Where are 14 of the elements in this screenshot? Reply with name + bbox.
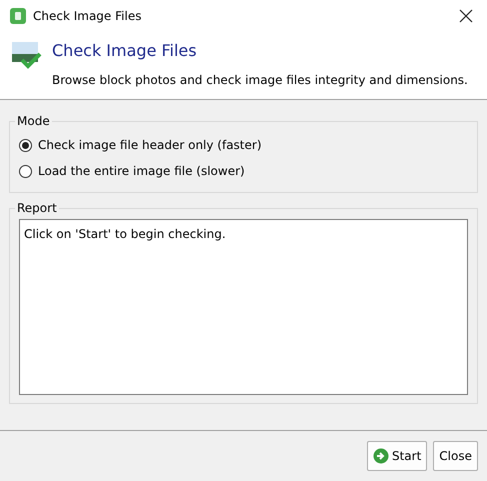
app-icon (10, 8, 26, 24)
group-label: Mode (16, 114, 51, 128)
start-button[interactable]: Start (366, 441, 428, 471)
option-label[interactable]: Check image file header only (faster) (38, 138, 262, 152)
radio-button[interactable] (19, 138, 32, 152)
dialog-heading: Check Image Files (52, 41, 198, 60)
report-area[interactable]: Click on 'Start' to begin checking. (19, 219, 468, 395)
option-label[interactable]: Load the entire image file (slower) (38, 164, 245, 178)
radio-button[interactable] (19, 164, 32, 178)
window-title: Check Image Files (33, 9, 142, 23)
group-label: Report (16, 201, 58, 215)
close-button[interactable]: Close (433, 441, 478, 471)
dialog-description: Browse block photos and check image files integrity and dimensions. (52, 73, 469, 87)
close-icon[interactable] (459, 9, 473, 23)
